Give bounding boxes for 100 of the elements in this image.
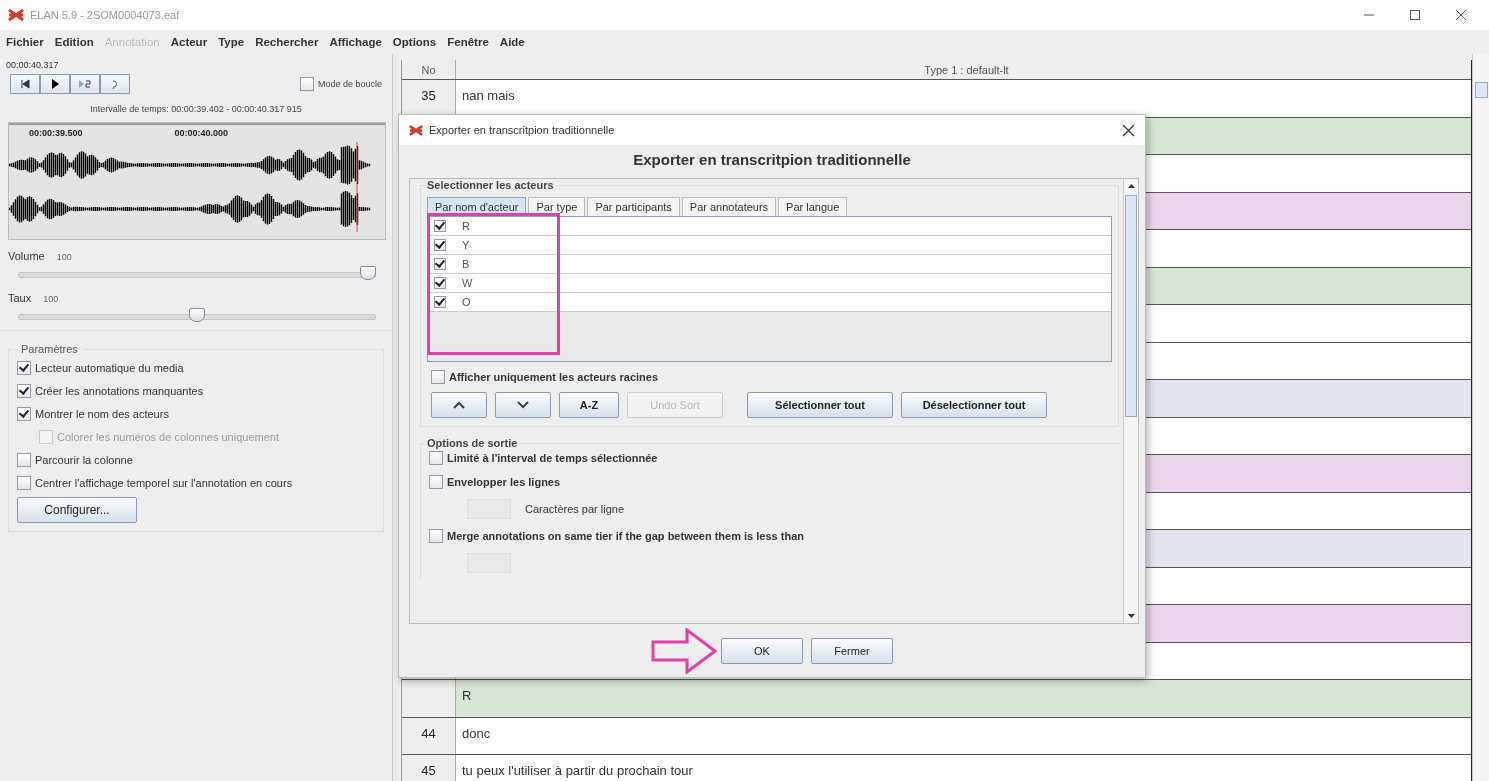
checkbox[interactable] bbox=[17, 476, 31, 490]
menu-item[interactable]: Affichage bbox=[329, 36, 382, 48]
dialog-button[interactable]: OK bbox=[721, 637, 803, 664]
slider-label: Volume bbox=[8, 250, 45, 262]
actor-name: W bbox=[462, 277, 473, 289]
menu-item[interactable]: Options bbox=[392, 36, 437, 48]
slider-track[interactable] bbox=[18, 308, 376, 324]
dialog-button[interactable]: Fermer bbox=[811, 637, 893, 664]
checkbox-label: Limité à l'interval de temps sélectionnée bbox=[447, 452, 658, 464]
checkbox[interactable] bbox=[429, 451, 443, 465]
menu-item[interactable]: Aide bbox=[499, 36, 525, 48]
checkbox-label: Mode de boucle bbox=[317, 79, 382, 89]
annotation-text: R bbox=[462, 688, 472, 703]
checkbox-label: Centrer l'affichage temporel sur l'annotation en cours bbox=[35, 477, 293, 489]
scrollbar[interactable] bbox=[1472, 54, 1489, 781]
checkbox[interactable] bbox=[429, 475, 443, 489]
menu-item[interactable]: Fenêtre bbox=[447, 36, 489, 48]
callout-arrow bbox=[651, 627, 717, 674]
checkbox[interactable] bbox=[434, 220, 446, 232]
slider-value: 100 bbox=[56, 252, 72, 262]
checkbox[interactable] bbox=[431, 370, 445, 384]
table-row[interactable]: 44 donc bbox=[402, 717, 1471, 755]
action-button[interactable]: Déselectionner tout bbox=[901, 392, 1047, 418]
table-row[interactable]: 45 tu peux l'utiliser à partir du prochain tour bbox=[402, 755, 1471, 781]
skip-to-start-icon bbox=[19, 78, 31, 90]
annotation-text: nan mais bbox=[462, 88, 515, 103]
app-logo-icon bbox=[8, 9, 24, 21]
close-icon[interactable] bbox=[1122, 123, 1135, 137]
checkbox-label: Parcourir la colonne bbox=[35, 454, 133, 466]
actor-name: R bbox=[462, 220, 470, 232]
window-title: ELAN 5.9 - 2SOM0004073.eaf bbox=[30, 9, 180, 21]
slider-track[interactable] bbox=[18, 266, 376, 282]
time-tick-label: 00:00:39.500 bbox=[29, 128, 83, 138]
checkbox[interactable] bbox=[434, 277, 446, 289]
play-selection-icon bbox=[78, 78, 92, 90]
checkbox-label: Colorer les numéros de colonnes uniquement bbox=[57, 431, 279, 443]
play-icon bbox=[49, 78, 61, 90]
checkbox[interactable] bbox=[434, 239, 446, 251]
close-icon[interactable] bbox=[1455, 9, 1467, 21]
table-row[interactable]: R bbox=[402, 680, 1471, 718]
loop-mode-checkbox[interactable] bbox=[299, 77, 314, 91]
checkbox[interactable] bbox=[17, 407, 31, 421]
annotation-text: donc bbox=[462, 725, 491, 741]
group-title: Selectionner les acteurs bbox=[426, 179, 555, 191]
checkbox[interactable] bbox=[434, 258, 446, 270]
checkbox[interactable] bbox=[17, 384, 31, 398]
action-button[interactable]: A-Z bbox=[559, 392, 619, 418]
time-tick-label: 00:00:40.000 bbox=[174, 128, 229, 138]
menu-item[interactable]: Acteur bbox=[170, 36, 208, 48]
checkbox[interactable] bbox=[17, 453, 31, 467]
row-number: 45 bbox=[421, 763, 436, 778]
tab[interactable]: Par participants bbox=[587, 197, 680, 216]
row-number: 44 bbox=[421, 725, 436, 741]
scroll-down-icon[interactable] bbox=[1126, 613, 1136, 619]
checkbox-label: Lecteur automatique du media bbox=[35, 362, 184, 374]
loop-button[interactable] bbox=[100, 74, 130, 94]
actor-name: Y bbox=[462, 239, 470, 251]
scroll-up-icon[interactable] bbox=[1126, 183, 1136, 189]
menu-item[interactable]: Edition bbox=[54, 36, 94, 48]
table-row[interactable]: 35 nan mais bbox=[402, 80, 1471, 118]
column-header: Type 1 : default-lt bbox=[923, 62, 1010, 78]
checkbox[interactable] bbox=[429, 529, 443, 543]
checkbox-label: Montrer le nom des acteurs bbox=[35, 408, 169, 420]
slider-thumb[interactable] bbox=[189, 308, 205, 322]
chevron-down-icon bbox=[517, 401, 529, 409]
configure-button[interactable]: Configurer... bbox=[17, 497, 137, 523]
checkbox-label: Créer les annotations manquantes bbox=[35, 385, 204, 397]
time-display: 00:00:40.317 bbox=[6, 60, 60, 70]
annotation-text: tu peux l'utiliser à partir du prochain tour bbox=[462, 763, 693, 778]
row-number: 35 bbox=[421, 88, 436, 103]
slider-value: 100 bbox=[43, 294, 59, 304]
tab[interactable]: Par annotateurs bbox=[681, 197, 777, 216]
checkbox-label: Afficher uniquement les acteurs racines bbox=[449, 371, 659, 383]
dialog-heading: Exporter en transcritpion traditionnelle bbox=[633, 150, 911, 170]
checkbox-label: Envelopper les lignes bbox=[447, 476, 561, 488]
group-title: Options de sortie bbox=[426, 437, 519, 449]
actor-name: O bbox=[462, 296, 471, 308]
play-button[interactable] bbox=[40, 74, 70, 94]
action-button[interactable]: Sélectionner tout bbox=[747, 392, 893, 418]
slider-thumb[interactable] bbox=[360, 266, 376, 280]
scrollbar[interactable] bbox=[1123, 179, 1138, 623]
chevron-up-icon bbox=[453, 401, 465, 409]
menu-item[interactable]: Rechercher bbox=[255, 36, 319, 48]
move-down-button[interactable] bbox=[495, 392, 551, 418]
app-logo-icon bbox=[409, 124, 423, 136]
go-to-start-button[interactable] bbox=[10, 74, 40, 94]
dialog-title: Exporter en transcritpion traditionnelle bbox=[429, 124, 615, 136]
actor-name: B bbox=[462, 258, 470, 270]
checkbox-label: Merge annotations on same tier if the gap between them is less than bbox=[447, 530, 804, 542]
move-up-button[interactable] bbox=[431, 392, 487, 418]
field-label: Caractères par ligne bbox=[525, 503, 625, 515]
group-title: Paramètres bbox=[20, 343, 79, 355]
tab[interactable]: Par langue bbox=[778, 197, 848, 216]
checkbox[interactable] bbox=[434, 296, 446, 308]
menu-item[interactable]: Type bbox=[218, 36, 245, 48]
selection-interval: Intervalle de temps: 00:00:39.402 - 00:00:40.317 915 bbox=[89, 104, 303, 114]
maximize-icon[interactable] bbox=[1409, 9, 1421, 21]
checkbox[interactable] bbox=[17, 361, 31, 375]
menu-item[interactable]: Fichier bbox=[6, 36, 44, 48]
slider-label: Taux bbox=[8, 292, 32, 304]
